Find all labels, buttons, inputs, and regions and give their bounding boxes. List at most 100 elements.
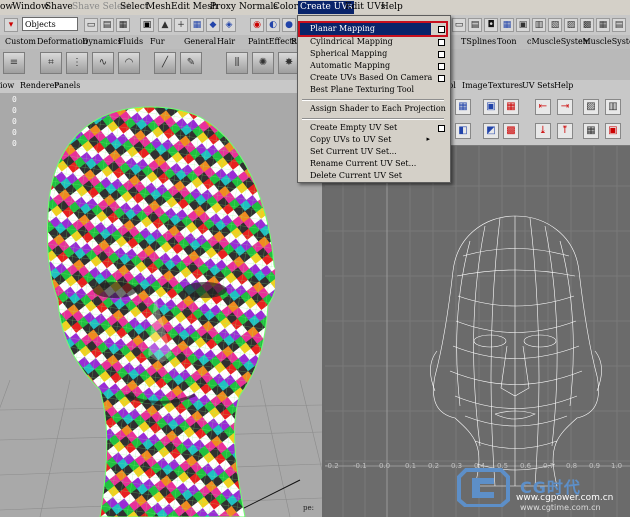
- select-object-icon[interactable]: ▲: [158, 18, 172, 32]
- menu-item-rename-uv-set[interactable]: Rename Current UV Set...: [310, 159, 416, 168]
- menu-help[interactable]: Help: [381, 2, 403, 12]
- shelf-hair-icon[interactable]: ⫼: [226, 52, 248, 74]
- menu-shave[interactable]: Shave: [45, 2, 73, 12]
- menu-item-planar-mapping[interactable]: Planar Mapping: [310, 24, 375, 33]
- option-box-icon[interactable]: [438, 63, 445, 70]
- render-settings-icon[interactable]: ●: [282, 18, 296, 32]
- viewport-menu-show[interactable]: iow: [0, 81, 14, 90]
- shelf-tab-cmusclesysteme[interactable]: cMuscleSysteme: [578, 37, 630, 46]
- uv-shaded-icon[interactable]: ▥: [605, 99, 621, 115]
- uv-image-icon[interactable]: ▦: [583, 123, 599, 139]
- shelf-wire-icon[interactable]: ∿: [92, 52, 114, 74]
- viewport-menu-renderer[interactable]: Renderer: [20, 81, 58, 90]
- uv-flip-icon[interactable]: ▦: [503, 99, 519, 115]
- uv-cut-icon[interactable]: ◧: [455, 123, 471, 139]
- viewport-menubar: iow Renderer Panels: [0, 80, 322, 93]
- uv-menu-help[interactable]: Help: [554, 81, 573, 90]
- uv-move-right-icon[interactable]: ⇥: [557, 99, 573, 115]
- shelf-tab-general[interactable]: General: [184, 37, 216, 46]
- menu-item-cylindrical-mapping[interactable]: Cylindrical Mapping: [310, 37, 393, 46]
- hypershade-icon[interactable]: ▧: [548, 18, 562, 32]
- menu-item-delete-uv-set[interactable]: Delete Current UV Set: [310, 171, 402, 180]
- watermark-url: www.cgtime.com.cn: [520, 503, 601, 512]
- ipr-icon[interactable]: ◐: [266, 18, 280, 32]
- graph-editor-icon[interactable]: ▨: [564, 18, 578, 32]
- uv-menu-textures[interactable]: Textures: [488, 81, 523, 90]
- shelf-tab-fur[interactable]: Fur: [150, 37, 165, 46]
- menu-color[interactable]: Color: [273, 2, 298, 12]
- shelf-shelves-icon[interactable]: ≡: [3, 52, 25, 74]
- render-view-icon[interactable]: ▦: [596, 18, 610, 32]
- shelf-tab-hair[interactable]: Hair: [217, 37, 235, 46]
- option-box-icon[interactable]: [438, 75, 445, 82]
- option-box-icon[interactable]: [438, 26, 445, 33]
- menu-item-copy-uvs[interactable]: Copy UVs to UV Set: [310, 135, 391, 144]
- open-scene-icon[interactable]: ▤: [100, 18, 114, 32]
- uv-sew-icon[interactable]: ◩: [483, 123, 499, 139]
- camera-label: pe:: [303, 504, 314, 512]
- tool-settings-icon[interactable]: ▦: [500, 18, 514, 32]
- menu-item-spherical-mapping[interactable]: Spherical Mapping: [310, 49, 387, 58]
- menu-edit-uvs[interactable]: Edit UVs: [345, 2, 385, 12]
- menu-item-assign-shader[interactable]: Assign Shader to Each Projection: [310, 104, 446, 113]
- select-hierarchy-icon[interactable]: ▣: [140, 18, 154, 32]
- snap-curve-icon[interactable]: ◆: [206, 18, 220, 32]
- uv-move-up-icon[interactable]: ⤒: [557, 123, 573, 139]
- snap-grid-icon[interactable]: ▦: [190, 18, 204, 32]
- shelf-tab-custom[interactable]: Custom: [5, 37, 36, 46]
- uv-layout-icon[interactable]: ▣: [483, 99, 499, 115]
- menu-proxy[interactable]: Proxy: [210, 2, 236, 12]
- shelf-paint-icon[interactable]: ✎: [180, 52, 202, 74]
- perspective-viewport[interactable]: iow Renderer Panels 0 0 0 0 0 pe:: [0, 80, 322, 517]
- layer-icon[interactable]: ▣: [516, 18, 530, 32]
- menu-select[interactable]: Select: [120, 2, 148, 12]
- shelf-tab-fluids[interactable]: Fluids: [118, 37, 143, 46]
- shelf-tab-deformation[interactable]: Deformation: [37, 37, 88, 46]
- uv-axis-label: -0.2: [325, 462, 339, 470]
- uv-menu-image[interactable]: Image: [462, 81, 487, 90]
- uv-checker-icon[interactable]: ▨: [583, 99, 599, 115]
- shelf-cluster-icon[interactable]: ⋮: [66, 52, 88, 74]
- shelf-tab-painteffects[interactable]: PaintEffects: [248, 37, 297, 46]
- shelf-tab-tsplines[interactable]: TSplines: [461, 37, 496, 46]
- uv-grid-icon[interactable]: ▦: [455, 99, 471, 115]
- shelf-tab-toon[interactable]: Toon: [497, 37, 517, 46]
- uv-move-left-icon[interactable]: ⇤: [535, 99, 551, 115]
- snap-point-icon[interactable]: ◈: [222, 18, 236, 32]
- menu-item-create-empty-uv-set[interactable]: Create Empty UV Set: [310, 123, 397, 132]
- option-box-icon[interactable]: [438, 39, 445, 46]
- menu-item-best-plane[interactable]: Best Plane Texturing Tool: [310, 85, 414, 94]
- uv-editor-icon[interactable]: ▩: [580, 18, 594, 32]
- menu-mesh[interactable]: Mesh: [146, 2, 171, 12]
- menu-item-create-uvs-camera[interactable]: Create UVs Based On Camera: [310, 73, 432, 82]
- uv-axis-label: 0.2: [428, 462, 440, 470]
- uv-unfold-icon[interactable]: ▩: [503, 123, 519, 139]
- textured-head-model[interactable]: [30, 105, 278, 517]
- uv-move-down-icon[interactable]: ⤓: [535, 123, 551, 139]
- save-scene-icon[interactable]: ▦: [116, 18, 130, 32]
- attribute-editor-icon[interactable]: ◘: [484, 18, 498, 32]
- menu-set-icon[interactable]: ▾: [4, 18, 18, 32]
- menu-item-set-current-uv-set[interactable]: Set Current UV Set...: [310, 147, 397, 156]
- menu-window[interactable]: Window: [12, 2, 49, 12]
- input-field-icon[interactable]: ▭: [452, 18, 466, 32]
- shelf-lattice-icon[interactable]: ⌗: [40, 52, 62, 74]
- option-box-icon[interactable]: [438, 51, 445, 58]
- shelf-wrinkle-icon[interactable]: ◠: [118, 52, 140, 74]
- menu-item-automatic-mapping[interactable]: Automatic Mapping: [310, 61, 390, 70]
- plus-icon[interactable]: +: [174, 18, 188, 32]
- uv-menu-uv-sets[interactable]: UV Sets: [522, 81, 555, 90]
- uv-snapshot-icon[interactable]: ▣: [605, 123, 621, 139]
- new-scene-icon[interactable]: ▭: [84, 18, 98, 32]
- channel-box-icon[interactable]: ▤: [468, 18, 482, 32]
- option-box-icon[interactable]: [438, 125, 445, 132]
- outliner-icon[interactable]: ▥: [532, 18, 546, 32]
- shelf-tab-dynamics[interactable]: Dynamics: [82, 37, 122, 46]
- viewport-menu-panels[interactable]: Panels: [54, 81, 80, 90]
- shelf-brush-icon[interactable]: ╱: [154, 52, 176, 74]
- shelf-effects-icon[interactable]: ✺: [252, 52, 274, 74]
- hud-stat: 0: [12, 117, 17, 126]
- render-icon[interactable]: ◉: [250, 18, 264, 32]
- selection-mode-dropdown[interactable]: Objects: [22, 17, 78, 31]
- script-editor-icon[interactable]: ▤: [612, 18, 626, 32]
